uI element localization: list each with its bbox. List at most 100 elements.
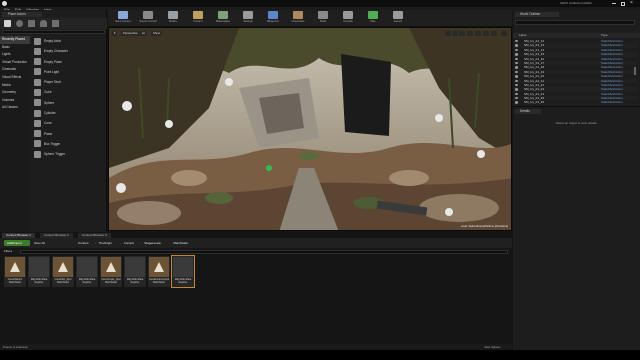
scale-snap-icon[interactable] bbox=[491, 31, 497, 36]
visibility-eye-icon[interactable] bbox=[515, 44, 518, 47]
visibility-eye-icon[interactable] bbox=[515, 83, 518, 87]
perspective-button[interactable]: Perspective bbox=[121, 31, 140, 36]
visibility-eye-icon[interactable] bbox=[515, 57, 518, 60]
category-item[interactable]: Media bbox=[0, 82, 30, 90]
place-actor-item[interactable]: Plane bbox=[30, 129, 106, 139]
visibility-eye-icon[interactable] bbox=[515, 97, 518, 100]
category-item[interactable]: Virtual Production bbox=[0, 59, 30, 67]
rotate-gizmo-icon[interactable] bbox=[452, 31, 458, 36]
toolbar-button-3[interactable]: Content bbox=[187, 11, 209, 26]
tab-place-actors[interactable]: Place Actors bbox=[2, 12, 42, 17]
actor-type-icon bbox=[34, 47, 41, 55]
level-glyph-icon bbox=[154, 262, 164, 272]
show-button[interactable]: Show bbox=[151, 31, 162, 36]
place-actor-item[interactable]: Cylinder bbox=[30, 108, 106, 118]
tab-world-outliner[interactable]: World Outliner bbox=[515, 12, 559, 17]
toolbar-button-0[interactable]: Save Current bbox=[112, 11, 134, 26]
asset-tile[interactable]: Map Build Data Registry bbox=[28, 256, 50, 287]
place-actor-item[interactable]: Cube bbox=[30, 87, 106, 97]
place-actor-item[interactable]: Empty Character bbox=[30, 46, 106, 56]
world-local-icon[interactable] bbox=[467, 31, 473, 36]
category-item[interactable]: Lights bbox=[0, 51, 30, 59]
tab-details[interactable]: Details bbox=[515, 109, 541, 114]
breadcrumb-item[interactable]: MainStudio bbox=[173, 240, 188, 246]
minimize-icon[interactable] bbox=[612, 3, 616, 4]
add-import-button[interactable]: Add/Import bbox=[4, 240, 30, 246]
outliner-search-input[interactable] bbox=[515, 20, 635, 25]
visibility-eye-icon[interactable] bbox=[515, 92, 518, 96]
asset-tile[interactable]: CaveEntranceSpot MainStudio bbox=[148, 256, 170, 287]
visibility-eye-icon[interactable] bbox=[515, 75, 518, 78]
category-item[interactable]: Geometry bbox=[0, 89, 30, 97]
toolbar-button-4[interactable]: Marketplace bbox=[212, 11, 234, 26]
breadcrumb-item[interactable]: Content bbox=[124, 240, 135, 246]
toolbar-button-5[interactable]: Settings bbox=[237, 11, 259, 26]
visibility-eye-icon[interactable] bbox=[515, 61, 518, 65]
level-viewport[interactable]: ▾ Perspective Lit Show Level: StylizedCa… bbox=[108, 27, 512, 231]
landscape-mode-icon[interactable] bbox=[28, 20, 35, 27]
visibility-eye-icon[interactable] bbox=[515, 79, 518, 82]
visibility-eye-icon[interactable] bbox=[515, 48, 518, 52]
visibility-eye-icon[interactable] bbox=[515, 53, 518, 56]
place-actor-item[interactable]: Sphere Trigger bbox=[30, 149, 106, 159]
rotation-snap-icon[interactable] bbox=[483, 31, 489, 36]
asset-tile[interactable]: CaveTemple_Spot MainStudio bbox=[100, 256, 122, 287]
breadcrumb-item[interactable]: TheOrigin bbox=[99, 240, 112, 246]
visibility-eye-icon[interactable] bbox=[515, 101, 518, 104]
category-item[interactable]: Volumes bbox=[0, 97, 30, 105]
category-item[interactable]: Visual Effects bbox=[0, 74, 30, 82]
details-panel: Details Select an object to view details… bbox=[513, 106, 640, 350]
toolbar-button-7[interactable]: Cinematics bbox=[287, 11, 309, 26]
place-actor-item[interactable]: Empty Actor bbox=[30, 36, 106, 46]
category-item[interactable]: Cinematic bbox=[0, 66, 30, 74]
place-actor-item[interactable]: Player Start bbox=[30, 77, 106, 87]
lit-button[interactable]: Lit bbox=[140, 31, 147, 36]
asset-tile[interactable]: Map Build Data Registry bbox=[124, 256, 146, 287]
maximize-icon[interactable] bbox=[621, 1, 625, 6]
actor-type-icon bbox=[34, 78, 41, 86]
toolbar-button-11[interactable]: Launch bbox=[387, 11, 409, 26]
place-actor-item[interactable]: Cone bbox=[30, 118, 106, 128]
geometry-mode-icon[interactable] bbox=[52, 20, 59, 27]
close-icon[interactable]: × bbox=[630, 0, 633, 7]
grid-snap-icon[interactable] bbox=[475, 31, 481, 36]
toolbar-button-2[interactable]: Modes bbox=[162, 11, 184, 26]
visibility-eye-icon[interactable] bbox=[515, 70, 518, 74]
play-icon bbox=[368, 11, 378, 19]
column-label[interactable]: Label bbox=[519, 33, 526, 38]
place-mode-icon[interactable] bbox=[4, 20, 11, 27]
outliner-scrollbar[interactable] bbox=[634, 67, 636, 75]
content-search-input[interactable] bbox=[20, 249, 508, 254]
asset-tile[interactable]: Map Build Data Registry bbox=[171, 255, 195, 288]
visibility-eye-icon[interactable] bbox=[515, 40, 518, 43]
toolbar-button-6[interactable]: Blueprints bbox=[262, 11, 284, 26]
breadcrumb-item[interactable]: Content bbox=[78, 240, 89, 246]
visibility-eye-icon[interactable] bbox=[515, 66, 518, 69]
column-type[interactable]: Type bbox=[601, 33, 608, 38]
breadcrumb-item[interactable]: StageLevels bbox=[144, 240, 161, 246]
modes-search-input[interactable] bbox=[2, 30, 105, 34]
toolbar-button-1[interactable]: Source Control bbox=[137, 11, 159, 26]
asset-tile[interactable]: CavePath_Spot MainStudio bbox=[52, 256, 74, 287]
place-actor-item[interactable]: Sphere bbox=[30, 98, 106, 108]
scale-gizmo-icon[interactable] bbox=[459, 31, 465, 36]
toolbar-button-8[interactable]: Build bbox=[312, 11, 334, 26]
asset-tile[interactable]: CavePlatform MainStudio bbox=[4, 256, 26, 287]
foliage-mode-icon[interactable] bbox=[40, 20, 47, 27]
translate-gizmo-icon[interactable] bbox=[445, 31, 451, 36]
place-actor-item[interactable]: Box Trigger bbox=[30, 139, 106, 149]
asset-tile[interactable]: Map Build Data Registry bbox=[76, 256, 98, 287]
paint-mode-icon[interactable] bbox=[16, 20, 23, 27]
category-item[interactable]: All Classes bbox=[0, 104, 30, 112]
toolbar-button-9[interactable]: Compile bbox=[337, 11, 359, 26]
place-actor-item[interactable]: Empty Pawn bbox=[30, 57, 106, 67]
viewport-options-button[interactable]: ▾ bbox=[112, 31, 118, 36]
toolbar-button-10[interactable]: Play bbox=[362, 11, 384, 26]
category-item[interactable]: Recently Placed bbox=[0, 36, 30, 44]
save-all-button[interactable]: Save All bbox=[34, 240, 54, 246]
visibility-eye-icon[interactable] bbox=[515, 88, 518, 91]
maximize-viewport-icon[interactable] bbox=[501, 31, 507, 36]
category-item[interactable]: Basic bbox=[0, 44, 30, 52]
outliner-row[interactable]: SM_Ivy_01_26 StaticMeshActor bbox=[513, 100, 637, 104]
place-actor-item[interactable]: Point Light bbox=[30, 67, 106, 77]
